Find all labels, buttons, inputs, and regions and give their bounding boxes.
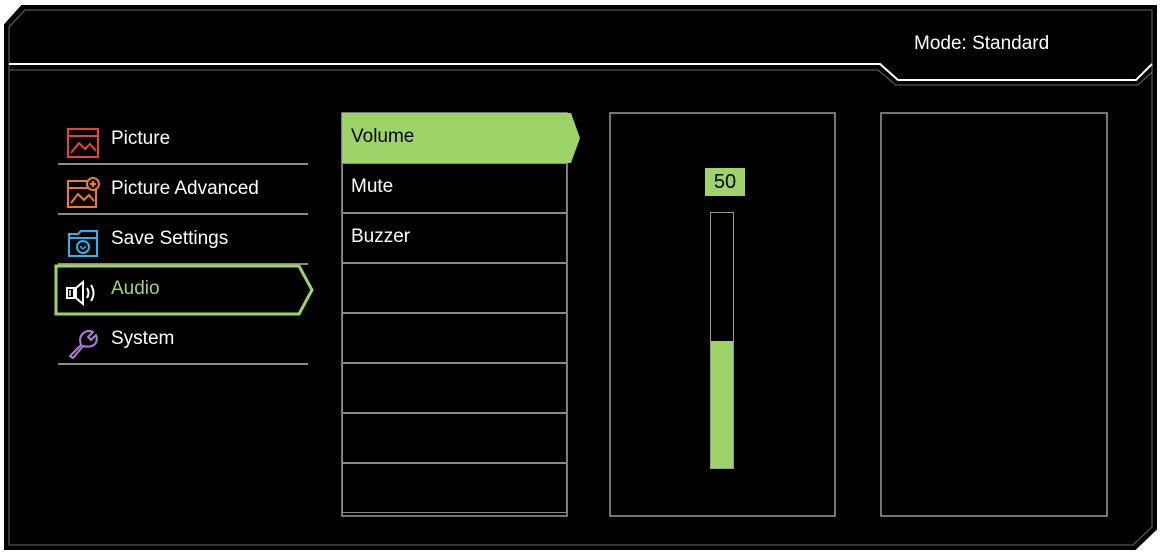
mode-indicator: Mode: Standard: [914, 33, 1050, 54]
submenu-cell: [342, 263, 567, 313]
picture-advanced-icon: [67, 177, 100, 208]
menu-item-save-settings[interactable]: Save Settings: [58, 214, 308, 265]
menu-item-label: Picture: [111, 128, 171, 149]
osd-window: Mode: Standard Picture Picture Advanced: [0, 0, 1161, 554]
submenu-item-label: Mute: [351, 176, 394, 197]
submenu-item-volume[interactable]: Volume: [342, 113, 580, 163]
submenu-empty-slot: [342, 263, 567, 313]
menu-item-system[interactable]: System: [58, 314, 308, 365]
submenu-empty-slot: [342, 463, 567, 513]
submenu-cell: [342, 413, 567, 463]
submenu-item-label: Volume: [351, 126, 415, 147]
system-wrench-icon: [69, 330, 98, 359]
volume-level-fill: [711, 340, 733, 468]
submenu-cell: [342, 363, 567, 413]
picture-icon: [67, 128, 99, 158]
submenu-empty-slot: [342, 413, 567, 463]
menu-item-picture[interactable]: Picture: [58, 114, 308, 165]
submenu-empty-slot: [342, 363, 567, 413]
menu-item-label: Audio: [111, 278, 160, 299]
submenu-empty-slot: [342, 313, 567, 363]
volume-level-slider[interactable]: [710, 212, 734, 469]
menu-item-picture-advanced[interactable]: Picture Advanced: [58, 164, 308, 215]
submenu-item-buzzer[interactable]: Buzzer: [342, 213, 567, 263]
submenu-item-label: Buzzer: [351, 226, 411, 247]
divider: [58, 363, 308, 365]
submenu-cell: [342, 463, 567, 513]
menu-item-label: System: [111, 328, 175, 349]
volume-value: 50: [705, 168, 745, 196]
menu-item-label: Picture Advanced: [111, 178, 259, 199]
menu-item-audio[interactable]: Audio: [54, 264, 314, 316]
submenu-cell: [342, 313, 567, 363]
menu-item-label: Save Settings: [111, 228, 229, 249]
save-settings-icon: [68, 230, 98, 257]
audio-speaker-icon: [66, 279, 95, 307]
submenu-item-mute[interactable]: Mute: [342, 163, 567, 213]
